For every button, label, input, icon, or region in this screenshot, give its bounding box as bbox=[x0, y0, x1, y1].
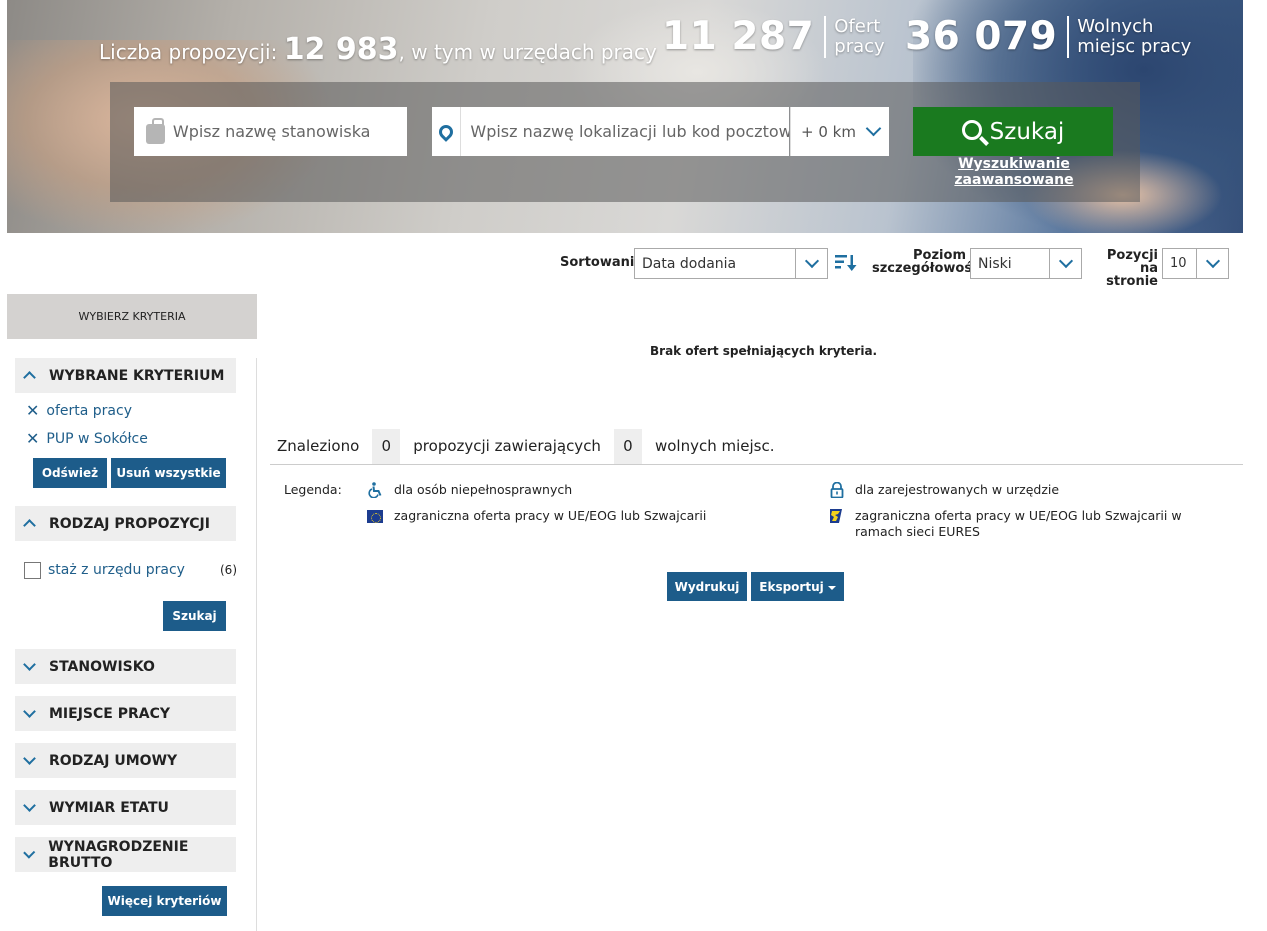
distance-value: + 0 km bbox=[801, 122, 856, 141]
sort-label: Sortowanie bbox=[560, 255, 644, 270]
offers-stat: 11 287 Ofert pracy bbox=[662, 14, 885, 59]
distance-select[interactable]: + 0 km bbox=[790, 107, 889, 156]
caret-down-icon bbox=[827, 585, 836, 590]
search-icon bbox=[961, 119, 982, 140]
stat-divider bbox=[1067, 15, 1070, 58]
chevron-up-icon bbox=[23, 371, 36, 384]
refresh-button[interactable]: Odśwież bbox=[33, 458, 107, 488]
sort-toolbar: Sortowanie Data dodania Poziom szczegółow… bbox=[0, 247, 1267, 288]
accordion-working-time[interactable]: WYMIAR ETATU bbox=[15, 790, 236, 825]
chevron-up-icon bbox=[23, 519, 36, 532]
selected-criterion[interactable]: ✕ PUP w Sokółce bbox=[26, 429, 148, 448]
no-offers-message: Brak ofert spełniających kryteria. bbox=[650, 344, 878, 358]
chevron-down-icon bbox=[1196, 249, 1228, 278]
job-title-field[interactable] bbox=[134, 107, 407, 156]
job-title-input[interactable] bbox=[172, 122, 407, 141]
chevron-down-icon bbox=[23, 846, 36, 859]
legend-disabled: dla osób niepełnosprawnych bbox=[367, 482, 572, 498]
more-criteria-button[interactable]: Więcej kryteriów bbox=[102, 886, 227, 916]
search-button[interactable]: Szukaj bbox=[913, 107, 1113, 156]
detail-level-value: Niski bbox=[978, 255, 1012, 272]
chevron-down-icon bbox=[1049, 249, 1081, 278]
vacancies-number: 36 079 bbox=[905, 14, 1058, 59]
accordion-position[interactable]: STANOWISKO bbox=[15, 649, 236, 684]
accordion-proposal-type[interactable]: RODZAJ PROPOZYCJI bbox=[15, 506, 236, 541]
wheelchair-icon bbox=[368, 482, 382, 498]
stat-divider bbox=[824, 15, 827, 58]
eu-flag-icon bbox=[367, 510, 383, 523]
found-count: 0 bbox=[372, 428, 401, 464]
vacancies-count: 0 bbox=[613, 428, 642, 464]
chevron-down-icon bbox=[23, 658, 36, 671]
eures-icon bbox=[830, 509, 842, 523]
chevron-down-icon bbox=[23, 799, 36, 812]
close-icon[interactable]: ✕ bbox=[26, 401, 39, 420]
sidebar-divider bbox=[256, 358, 257, 931]
vacancies-stat: 36 079 Wolnych miejsc pracy bbox=[905, 14, 1191, 59]
location-field[interactable] bbox=[432, 107, 789, 156]
total-suffix: , w tym w urzędach pracy bbox=[398, 40, 657, 64]
stats-bar: Liczba propozycji: 12 983, w tym w urzęd… bbox=[7, 14, 1243, 74]
legend-registered: dla zarejestrowanych w urzędzie bbox=[828, 482, 1059, 498]
chevron-down-icon bbox=[23, 705, 36, 718]
vacancies-label: Wolnych miejsc pracy bbox=[1077, 15, 1192, 57]
search-button-label: Szukaj bbox=[989, 118, 1065, 145]
detail-level-select[interactable]: Niski bbox=[970, 248, 1082, 279]
total-proposals: Liczba propozycji: 12 983, w tym w urzęd… bbox=[99, 32, 657, 67]
export-button[interactable]: Eksportuj bbox=[751, 572, 844, 601]
sort-direction-icon[interactable] bbox=[834, 253, 858, 273]
briefcase-icon bbox=[146, 117, 165, 144]
offers-number: 11 287 bbox=[662, 14, 815, 59]
location-pin-icon bbox=[432, 107, 462, 156]
criteria-search-button[interactable]: Szukaj bbox=[163, 601, 226, 631]
accordion-selected-criteria[interactable]: WYBRANE KRYTERIUM bbox=[15, 358, 236, 393]
offers-label: Ofert pracy bbox=[834, 15, 885, 57]
hero-banner: Liczba propozycji: 12 983, w tym w urzęd… bbox=[7, 0, 1243, 233]
accordion-workplace[interactable]: MIEJSCE PRACY bbox=[15, 696, 236, 731]
legend-eures: zagraniczna oferta pracy w UE/EOG lub Sz… bbox=[828, 508, 1228, 540]
per-page-value: 10 bbox=[1170, 256, 1187, 271]
print-button[interactable]: Wydrukuj bbox=[667, 572, 747, 601]
total-prefix: Liczba propozycji: bbox=[99, 40, 284, 64]
accordion-gross-salary[interactable]: WYNAGRODZENIE BRUTTO bbox=[15, 837, 236, 872]
search-panel: + 0 km Szukaj Wyszukiwanie zaawansowane bbox=[110, 82, 1140, 202]
criteria-header: WYBIERZ KRYTERIA bbox=[7, 294, 257, 339]
remove-all-button[interactable]: Usuń wszystkie bbox=[111, 458, 226, 488]
legend-label: Legenda: bbox=[284, 482, 342, 497]
detail-level-label: Poziom szczegółowości bbox=[872, 248, 985, 276]
accordion-contract-type[interactable]: RODZAJ UMOWY bbox=[15, 743, 236, 778]
per-page-label: Pozycji na stronie bbox=[1106, 248, 1158, 289]
close-icon[interactable]: ✕ bbox=[26, 429, 39, 448]
checkbox[interactable] bbox=[24, 561, 41, 579]
advanced-search-link[interactable]: Wyszukiwanie zaawansowane bbox=[915, 156, 1113, 188]
chevron-down-icon bbox=[795, 249, 827, 278]
proposal-type-option[interactable]: staż z urzędu pracy (6) bbox=[24, 561, 237, 579]
chevron-down-icon bbox=[865, 120, 882, 137]
results-summary: Znaleziono 0 propozycji zawierających 0 … bbox=[270, 428, 1243, 465]
total-number: 12 983 bbox=[283, 32, 399, 67]
sort-select[interactable]: Data dodania bbox=[634, 248, 828, 279]
option-count: (6) bbox=[220, 563, 237, 577]
chevron-down-icon bbox=[23, 752, 36, 765]
lock-icon bbox=[830, 482, 844, 498]
legend-eu: zagraniczna oferta pracy w UE/EOG lub Sz… bbox=[367, 508, 706, 524]
per-page-select[interactable]: 10 bbox=[1162, 248, 1229, 279]
sort-value: Data dodania bbox=[642, 255, 737, 272]
location-input[interactable] bbox=[461, 122, 789, 141]
selected-criterion[interactable]: ✕ oferta pracy bbox=[26, 401, 132, 420]
